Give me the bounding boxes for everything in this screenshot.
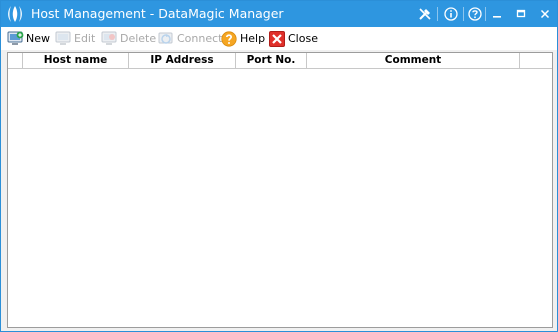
help-icon — [221, 30, 237, 47]
column-header-port-no[interactable]: Port No. — [236, 53, 307, 68]
close-button-label: Close — [288, 32, 318, 45]
delete-button-label: Delete — [120, 32, 157, 45]
close-button[interactable]: Close — [269, 28, 318, 49]
help-button-label: Help — [240, 32, 266, 45]
window-title: Host Management - DataMagic Manager — [31, 6, 284, 21]
help-icon[interactable] — [465, 4, 485, 24]
titlebar-separator — [463, 7, 464, 21]
edit-host-icon — [55, 31, 71, 47]
host-list-grid[interactable]: Host name IP Address Port No. Comment — [7, 52, 553, 328]
minimize-icon[interactable] — [487, 4, 507, 24]
edit-button[interactable]: Edit — [55, 28, 95, 49]
edit-button-label: Edit — [74, 32, 96, 45]
connect-icon — [158, 31, 174, 47]
connect-button[interactable]: Connect — [158, 28, 222, 49]
new-button-label: New — [26, 32, 50, 45]
toolbar: New Edit Delete Connect Help Close — [1, 27, 557, 50]
connect-button-label: Connect — [177, 32, 223, 45]
delete-host-icon — [101, 31, 117, 47]
help-button[interactable]: Help — [221, 28, 265, 49]
column-header-comment[interactable]: Comment — [307, 53, 520, 68]
close-icon[interactable] — [535, 4, 555, 24]
title-bar[interactable]: Host Management - DataMagic Manager — [1, 1, 557, 27]
new-button[interactable]: New — [7, 28, 50, 49]
new-host-icon — [7, 31, 24, 47]
delete-button[interactable]: Delete — [101, 28, 156, 49]
maximize-icon[interactable] — [511, 4, 531, 24]
info-icon[interactable] — [441, 4, 461, 24]
host-management-window: Host Management - DataMagic Manager New … — [0, 0, 558, 332]
filler-header — [520, 53, 552, 68]
grid-header: Host name IP Address Port No. Comment — [8, 53, 552, 69]
titlebar-separator — [485, 7, 486, 21]
column-header-ip-address[interactable]: IP Address — [129, 53, 236, 68]
datamagic-app-icon — [5, 5, 25, 23]
column-header-host-name[interactable]: Host name — [23, 53, 129, 68]
titlebar-separator — [437, 7, 438, 21]
tools-icon[interactable] — [415, 4, 435, 24]
close-red-icon — [269, 30, 285, 47]
row-selector-header — [8, 53, 23, 68]
